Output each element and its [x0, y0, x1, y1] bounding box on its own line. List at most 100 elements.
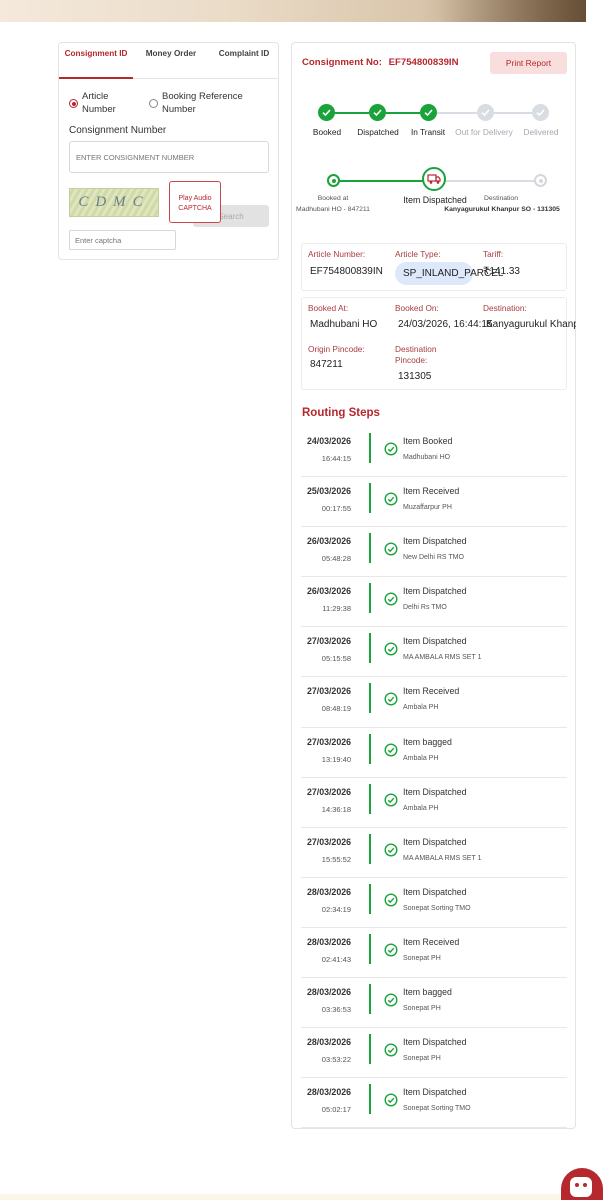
routing-step-row: 27/03/2026 15:55:52 Item Dispatched MA AMBA… [301, 828, 567, 878]
booking-info-box: Booked At: Madhubani HO Booked On: 24/03… [301, 297, 576, 390]
routing-steps-list: 24/03/2026 16:44:15 Item Booked Madhubani H… [301, 427, 567, 1129]
routing-step-date: 26/03/2026 [306, 586, 351, 597]
origin-pincode-label: Origin Pincode: [308, 344, 365, 354]
progress-line-3 [437, 112, 477, 114]
tracking-result-card: Consignment No: EF754800839IN Print Repo… [291, 42, 576, 1129]
captcha-image: CDMC [69, 188, 159, 217]
routing-step-date: 27/03/2026 [306, 836, 351, 847]
destination-label: Destination: [483, 303, 527, 313]
radio-article-number[interactable] [69, 99, 78, 108]
routing-step-date: 26/03/2026 [306, 536, 351, 547]
routing-step-event: Item bagged [403, 736, 452, 747]
origin-caption: Booked at [317, 195, 349, 202]
article-type-label: Article Type: [395, 249, 441, 259]
radio-booking-reference-label: Booking Reference Number [162, 91, 243, 115]
destination-pincode-value: 131305 [398, 371, 432, 382]
article-type-badge: SP_INLAND_PARCEL [395, 262, 503, 285]
tab-complaint-id[interactable]: Complaint ID [209, 43, 279, 79]
play-audio-captcha-button[interactable]: Play Audio CAPTCHA [169, 181, 221, 223]
check-circle-icon [384, 542, 398, 556]
step-in-transit-icon [420, 104, 437, 121]
routing-step-time: 03:36:53 [321, 1005, 351, 1015]
routing-step-time: 15:55:52 [321, 854, 351, 864]
step-booked-icon [318, 104, 335, 121]
truck-icon [427, 174, 441, 184]
routing-step-date: 27/03/2026 [306, 786, 351, 797]
routing-step-row: 28/03/2026 05:02:17 Item Dispatched Sonepat… [301, 1078, 567, 1129]
routing-step-divider [369, 533, 371, 564]
tracking-search-card: Consignment ID Money Order Complaint ID … [58, 42, 279, 260]
routing-step-date: 27/03/2026 [306, 736, 351, 747]
article-info-box: Article Number: EF754800839IN Article Ty… [301, 243, 567, 291]
routing-step-office: Sonepat PH [403, 1055, 441, 1063]
routing-steps-title: Routing Steps [302, 407, 380, 419]
check-circle-icon [384, 592, 398, 606]
tab-consignment-id[interactable]: Consignment ID [59, 43, 133, 79]
routing-step-event: Item Booked [403, 436, 453, 446]
routing-step-event: Item Dispatched [403, 536, 467, 547]
check-circle-icon [384, 642, 398, 656]
routing-step-office: Ambala PH [403, 704, 439, 712]
routing-step-date: 28/03/2026 [306, 1087, 351, 1098]
routing-step-office: Sonepat Sorting TMO [403, 904, 471, 912]
radio-booking-reference[interactable] [149, 99, 158, 108]
routing-step-date: 28/03/2026 [306, 987, 351, 998]
progress-line-1 [335, 112, 369, 114]
routing-step-row: 28/03/2026 03:36:53 Item bagged Sonepat PH [301, 978, 567, 1029]
routing-step-event: Item Dispatched [403, 636, 467, 647]
destination-pincode-label: Destination Pincode: [395, 344, 437, 365]
check-circle-icon [384, 692, 398, 706]
routing-step-event: Item Received [403, 486, 460, 497]
routing-step-event: Item bagged [403, 987, 452, 998]
print-report-button[interactable]: Print Report [490, 52, 567, 74]
journey-line-remaining [435, 180, 539, 182]
article-number-label: Article Number: [308, 249, 366, 259]
routing-step-event: Item Received [403, 686, 460, 697]
routing-step-event: Item Received [403, 936, 460, 947]
routing-step-divider [369, 583, 371, 614]
routing-step-divider [369, 483, 371, 514]
tariff-label: Tariff: [483, 249, 504, 259]
captcha-input[interactable] [69, 230, 176, 250]
booked-at-value: Madhubani HO [310, 319, 378, 330]
step-dispatched-icon [369, 104, 386, 121]
routing-step-office: Muzaffarpur PH [403, 504, 452, 512]
destination-dot-icon [534, 174, 547, 187]
consignment-number-label: Consignment Number [69, 125, 167, 136]
chatbot-button[interactable] [561, 1168, 603, 1200]
routing-step-divider [369, 1084, 371, 1115]
routing-step-office: Ambala PH [403, 754, 439, 762]
header-banner [0, 0, 586, 22]
check-circle-icon [384, 1043, 398, 1057]
routing-step-time: 11:29:38 [322, 604, 351, 614]
routing-step-event: Item Dispatched [403, 1087, 467, 1098]
step-delivered-icon [532, 104, 549, 121]
routing-step-row: 27/03/2026 05:15:58 Item Dispatched MA AMBA… [301, 627, 567, 678]
origin-office: Madhubani HO - 847211 [296, 206, 370, 213]
routing-step-date: 27/03/2026 [306, 686, 351, 697]
routing-step-divider [369, 1034, 371, 1065]
search-tabs: Consignment ID Money Order Complaint ID [59, 43, 278, 79]
routing-step-date: 28/03/2026 [306, 886, 351, 897]
check-circle-icon [384, 843, 398, 857]
routing-step-time: 00:17:55 [321, 504, 351, 514]
booked-on-value: 24/03/2026, 16:44:15 [398, 319, 493, 330]
routing-step-event: Item Dispatched [403, 836, 467, 847]
routing-step-time: 14:36:18 [321, 804, 351, 814]
routing-step-time: 03:53:22 [321, 1055, 351, 1065]
routing-step-date: 27/03/2026 [306, 636, 351, 647]
routing-step-time: 05:02:17 [321, 1105, 351, 1115]
consignment-title-prefix: Consignment No: [302, 57, 382, 68]
tab-money-order[interactable]: Money Order [135, 43, 207, 79]
radio-article-number-label: Article Number [82, 91, 116, 115]
consignment-number-input[interactable] [69, 141, 269, 173]
routing-step-time: 05:15:58 [321, 654, 351, 664]
destination-caption: Destination [483, 195, 518, 202]
routing-step-row: 25/03/2026 00:17:55 Item Received Muzaffarp… [301, 477, 567, 528]
routing-step-row: 24/03/2026 16:44:15 Item Booked Madhubani H… [301, 427, 567, 478]
routing-step-time: 13:19:40 [321, 754, 351, 764]
routing-step-time: 08:48:19 [321, 704, 351, 714]
tariff-amount: 141.33 [489, 266, 520, 277]
booked-on-label: Booked On: [395, 303, 439, 313]
footer-strip [0, 1194, 603, 1200]
